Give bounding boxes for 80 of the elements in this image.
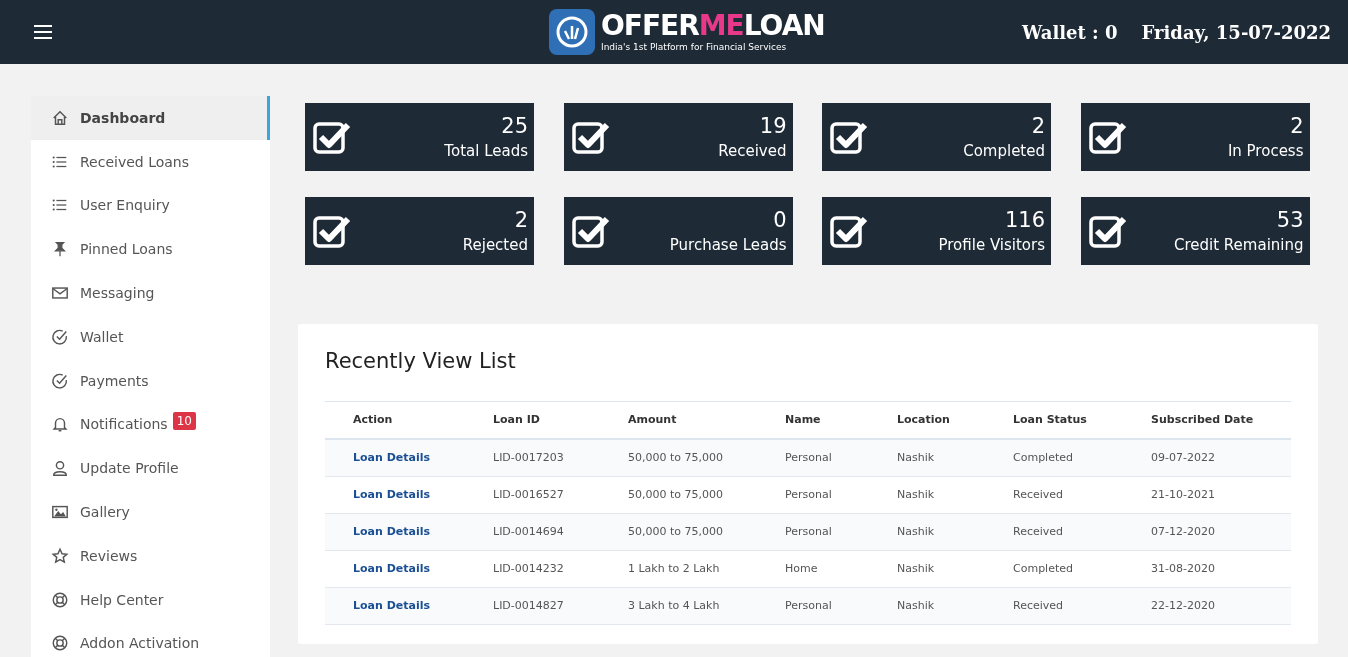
lifebuoy-icon (51, 590, 69, 609)
sidebar-item[interactable]: Wallet (31, 315, 270, 359)
table-cell: Received (985, 513, 1123, 551)
table-cell: 09-07-2022 (1123, 439, 1291, 477)
sidebar-item[interactable]: Received Loans (31, 139, 270, 184)
stat-label: Purchase Leads (669, 235, 787, 256)
check-circle-icon (51, 327, 69, 346)
menu-icon[interactable] (33, 24, 53, 40)
sidebar-item[interactable]: Addon Activation (31, 621, 270, 657)
table-cell: LID-0014232 (465, 550, 600, 588)
table-cell: Personal (757, 513, 869, 551)
table-cell: Received (985, 476, 1123, 514)
wallet-balance: Wallet : 0 (1022, 21, 1118, 43)
sidebar-item[interactable]: Reviews (31, 533, 270, 578)
table-cell: Personal (757, 439, 869, 477)
table-cell: LID-0016527 (465, 476, 600, 514)
current-date: Friday, 15-07-2022 (1141, 21, 1331, 43)
table-cell: 3 Lakh to 4 Lakh (600, 587, 757, 625)
table-cell: 50,000 to 75,000 (600, 439, 757, 477)
stat-value: 2 (513, 207, 528, 234)
check-circle-icon (51, 371, 69, 390)
logo-wordmark: OFFERMELOAN (601, 11, 825, 41)
lifebuoy-icon (51, 634, 69, 653)
loan-details-link[interactable]: Loan Details (353, 599, 430, 612)
home-icon (51, 108, 69, 127)
stat-value: 2 (1030, 113, 1045, 140)
table-cell: Received (985, 587, 1123, 625)
notification-count-badge: 10 (172, 412, 196, 431)
stat-label: Received (718, 141, 787, 162)
table-cell: Nashik (869, 476, 985, 514)
table-cell: LID-0017203 (465, 439, 600, 477)
table-cell: Completed (985, 439, 1123, 477)
sidebar-item[interactable]: Messaging (31, 271, 270, 315)
table-cell: Completed (985, 550, 1123, 588)
sidebar-item[interactable]: Dashboard (31, 96, 270, 140)
logo-emblem-icon (549, 9, 595, 55)
table-cell: 22-12-2020 (1123, 587, 1291, 625)
loan-details-link[interactable]: Loan Details (353, 525, 430, 538)
stat-label: Credit Remaining (1173, 235, 1304, 256)
table-cell: LID-0014694 (465, 513, 600, 551)
table-cell: 1 Lakh to 2 Lakh (600, 550, 757, 588)
sidebar-item[interactable]: User Enquiry (31, 183, 270, 228)
stat-value: 116 (1003, 207, 1045, 234)
table-cell: Home (757, 550, 869, 588)
table-cell: Personal (757, 476, 869, 514)
sidebar-item[interactable]: Update Profile (31, 446, 270, 491)
stat-value: 2 (1289, 113, 1304, 140)
stat-value: 19 (758, 113, 787, 140)
stat-value: 0 (772, 207, 787, 234)
table-cell: Personal (757, 587, 869, 625)
table-cell: LID-0014827 (465, 587, 600, 625)
star-icon (51, 546, 69, 565)
table-cell: 31-08-2020 (1123, 550, 1291, 588)
stat-label: Completed (963, 141, 1045, 162)
table-cell: Nashik (869, 439, 985, 477)
table-cell: 07-12-2020 (1123, 513, 1291, 551)
stat-value: 25 (500, 113, 528, 140)
sidebar-item[interactable]: Help Center (31, 577, 270, 622)
table-cell: Nashik (869, 550, 985, 588)
stat-label: In Process (1227, 141, 1304, 162)
loan-details-link[interactable]: Loan Details (353, 562, 430, 575)
table-cell: 21-10-2021 (1123, 476, 1291, 514)
stat-label: Profile Visitors (938, 235, 1045, 256)
sidebar-item[interactable]: Notifications 10 (31, 402, 270, 447)
sidebar-item[interactable]: Gallery (31, 490, 270, 534)
stat-label: Total Leads (444, 141, 528, 162)
bell-icon (51, 415, 69, 434)
table-cell: 50,000 to 75,000 (600, 513, 757, 551)
table-cell: Nashik (869, 513, 985, 551)
loan-details-link[interactable]: Loan Details (353, 451, 430, 464)
sidebar-item[interactable]: Pinned Loans (31, 227, 270, 272)
user-icon (51, 459, 69, 478)
table-cell: Nashik (869, 587, 985, 625)
section-title: Recently View List (325, 349, 516, 373)
sidebar-item[interactable]: Payments (31, 358, 270, 403)
stat-label: Rejected (462, 235, 528, 256)
stat-value: 53 (1275, 207, 1304, 234)
table-cell: 50,000 to 75,000 (600, 476, 757, 514)
logo-tagline: India's 1st Platform for Financial Services (601, 41, 788, 53)
loan-details-link[interactable]: Loan Details (353, 488, 430, 501)
